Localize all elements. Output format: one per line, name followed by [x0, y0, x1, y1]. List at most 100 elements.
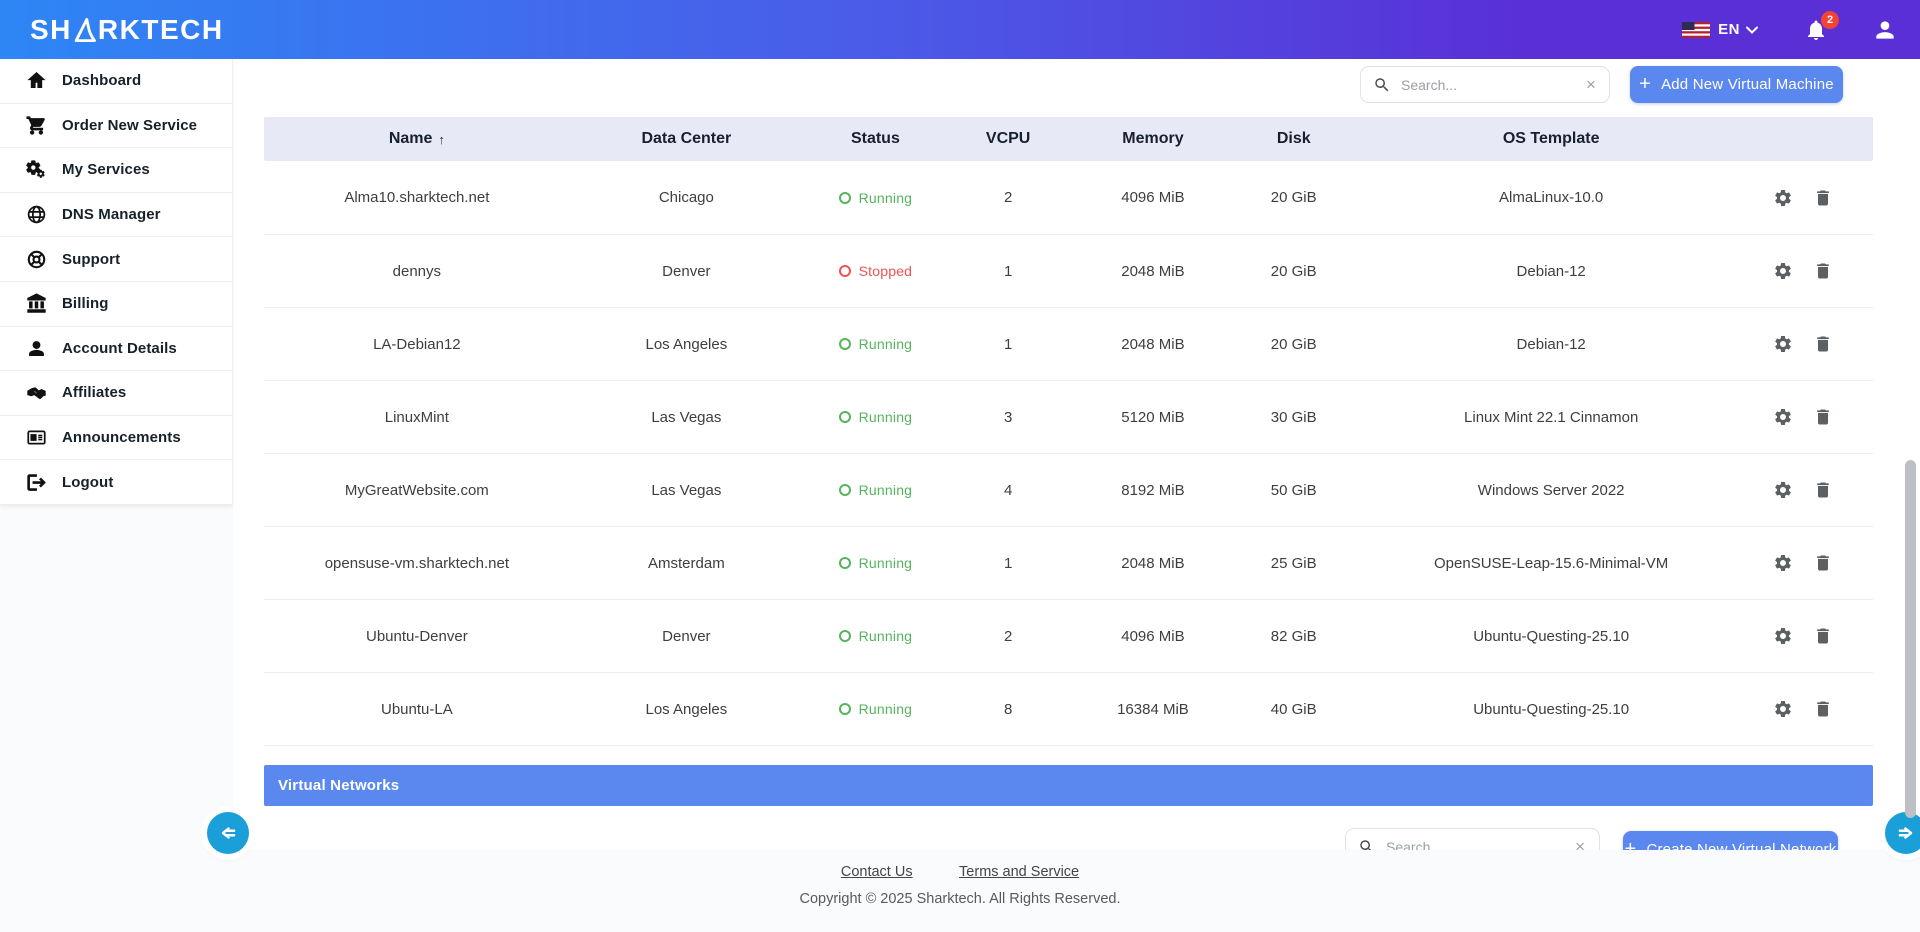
- vm-memory-cell: 16384 MiB: [1068, 701, 1237, 718]
- vm-os-template-cell: OpenSUSE-Leap-15.6-Minimal-VM: [1350, 555, 1752, 572]
- brand-logo[interactable]: SH RKTECH: [30, 14, 224, 46]
- home-icon: [26, 70, 47, 91]
- vm-name-cell: opensuse-vm.sharktech.net: [264, 555, 570, 572]
- vm-name-cell: Alma10.sharktech.net: [264, 189, 570, 206]
- table-row: LinuxMint Las Vegas Running 3 5120 MiB 3…: [264, 380, 1873, 453]
- notification-count-badge: 2: [1821, 11, 1839, 29]
- vm-name-cell: Ubuntu-LA: [264, 701, 570, 718]
- vm-name-cell: LA-Debian12: [264, 336, 570, 353]
- table-header-row: Name ↑ Data Center Status VCPU Memory Di…: [264, 117, 1873, 161]
- sidebar-item-label: Order New Service: [62, 117, 197, 134]
- sidebar-item-billing[interactable]: Billing: [0, 282, 232, 327]
- settings-gear-icon[interactable]: [1773, 480, 1793, 500]
- vm-actions-cell: [1752, 480, 1873, 500]
- vm-disk-cell: 20 GiB: [1237, 336, 1350, 353]
- table-row: opensuse-vm.sharktech.net Amsterdam Runn…: [264, 526, 1873, 599]
- add-vm-button-label: Add New Virtual Machine: [1661, 76, 1834, 93]
- delete-trash-icon[interactable]: [1813, 261, 1833, 281]
- vm-os-template-cell: Linux Mint 22.1 Cinnamon: [1350, 409, 1752, 426]
- create-virtual-network-button[interactable]: + Create New Virtual Network: [1623, 831, 1838, 850]
- vertical-scrollbar-thumb[interactable]: [1905, 460, 1916, 818]
- vm-vcpu-cell: 8: [948, 701, 1069, 718]
- main-content: × + Add New Virtual Machine Name ↑ Data …: [233, 59, 1920, 850]
- vm-status-cell: Running: [803, 555, 948, 571]
- bank-icon: [26, 293, 47, 314]
- vm-vcpu-cell: 1: [948, 555, 1069, 572]
- sidebar-item-support[interactable]: Support: [0, 237, 232, 282]
- column-header-memory[interactable]: Memory: [1068, 130, 1237, 148]
- sidebar-item-label: Announcements: [62, 429, 181, 446]
- sidebar-item-my-services[interactable]: My Services: [0, 148, 232, 193]
- vm-os-template-cell: Debian-12: [1350, 263, 1752, 280]
- sidebar-item-dns-manager[interactable]: DNS Manager: [0, 193, 232, 238]
- vm-os-template-cell: Windows Server 2022: [1350, 482, 1752, 499]
- collapse-sidebar-button[interactable]: [207, 812, 249, 854]
- sidebar-item-label: My Services: [62, 161, 150, 178]
- contact-us-link[interactable]: Contact Us: [841, 864, 913, 880]
- vm-memory-cell: 8192 MiB: [1068, 482, 1237, 499]
- clear-search-icon[interactable]: ×: [1571, 836, 1589, 850]
- sidebar-item-account-details[interactable]: Account Details: [0, 327, 232, 372]
- sidebar-item-affiliates[interactable]: Affiliates: [0, 371, 232, 416]
- arrow-left-lines-icon: [218, 823, 238, 843]
- table-row: Ubuntu-Denver Denver Running 2 4096 MiB …: [264, 599, 1873, 672]
- vm-vcpu-cell: 1: [948, 263, 1069, 280]
- create-network-button-label: Create New Virtual Network: [1646, 841, 1836, 850]
- vm-actions-cell: [1752, 553, 1873, 573]
- status-ring-icon: [839, 192, 851, 204]
- delete-trash-icon[interactable]: [1813, 699, 1833, 719]
- column-header-os-template[interactable]: OS Template: [1350, 130, 1752, 148]
- settings-gear-icon[interactable]: [1773, 553, 1793, 573]
- delete-trash-icon[interactable]: [1813, 626, 1833, 646]
- vm-status-cell: Running: [803, 409, 948, 425]
- vm-actions-cell: [1752, 699, 1873, 719]
- page-footer: Contact Us Terms and Service Copyright ©…: [0, 850, 1920, 932]
- chevron-down-icon[interactable]: [1746, 26, 1758, 34]
- brand-text-right: RKTECH: [98, 14, 224, 46]
- vm-status-cell: Running: [803, 701, 948, 717]
- settings-gear-icon[interactable]: [1773, 261, 1793, 281]
- sidebar-item-announcements[interactable]: Announcements: [0, 416, 232, 461]
- clear-search-icon[interactable]: ×: [1582, 74, 1600, 95]
- settings-gear-icon[interactable]: [1773, 188, 1793, 208]
- column-header-disk[interactable]: Disk: [1237, 130, 1350, 148]
- status-label: Running: [859, 336, 913, 352]
- sidebar-item-logout[interactable]: Logout: [0, 460, 232, 505]
- column-header-name[interactable]: Name ↑: [264, 130, 570, 148]
- delete-trash-icon[interactable]: [1813, 334, 1833, 354]
- settings-gear-icon[interactable]: [1773, 626, 1793, 646]
- add-virtual-machine-button[interactable]: + Add New Virtual Machine: [1630, 66, 1843, 103]
- settings-gear-icon[interactable]: [1773, 407, 1793, 427]
- settings-gear-icon[interactable]: [1773, 334, 1793, 354]
- sidebar-item-label: Logout: [62, 474, 113, 491]
- status-label: Running: [859, 190, 913, 206]
- column-header-vcpu[interactable]: VCPU: [948, 130, 1069, 148]
- status-ring-icon: [839, 265, 851, 277]
- delete-trash-icon[interactable]: [1813, 188, 1833, 208]
- vm-datacenter-cell: Los Angeles: [570, 336, 803, 353]
- vm-disk-cell: 20 GiB: [1237, 189, 1350, 206]
- network-search-input[interactable]: [1386, 839, 1571, 851]
- vm-actions-cell: [1752, 626, 1873, 646]
- vm-actions-cell: [1752, 261, 1873, 281]
- column-header-data-center[interactable]: Data Center: [570, 130, 803, 148]
- account-menu-button[interactable]: [1872, 17, 1898, 43]
- terms-link[interactable]: Terms and Service: [959, 864, 1079, 880]
- brand-text-left: SH: [30, 14, 72, 46]
- plus-icon: +: [1639, 74, 1651, 94]
- vm-actions-cell: [1752, 334, 1873, 354]
- vm-actions-cell: [1752, 407, 1873, 427]
- delete-trash-icon[interactable]: [1813, 480, 1833, 500]
- vm-search-input[interactable]: [1401, 77, 1582, 93]
- us-flag-icon: [1682, 22, 1710, 38]
- column-header-status[interactable]: Status: [803, 130, 948, 148]
- settings-gear-icon[interactable]: [1773, 699, 1793, 719]
- sidebar-item-dashboard[interactable]: Dashboard: [0, 59, 232, 104]
- status-ring-icon: [839, 703, 851, 715]
- language-selector-label[interactable]: EN: [1718, 21, 1740, 38]
- delete-trash-icon[interactable]: [1813, 407, 1833, 427]
- sidebar-item-order-new-service[interactable]: Order New Service: [0, 104, 232, 149]
- delete-trash-icon[interactable]: [1813, 553, 1833, 573]
- expand-panel-button[interactable]: [1885, 812, 1920, 854]
- notifications-button[interactable]: 2: [1804, 18, 1828, 42]
